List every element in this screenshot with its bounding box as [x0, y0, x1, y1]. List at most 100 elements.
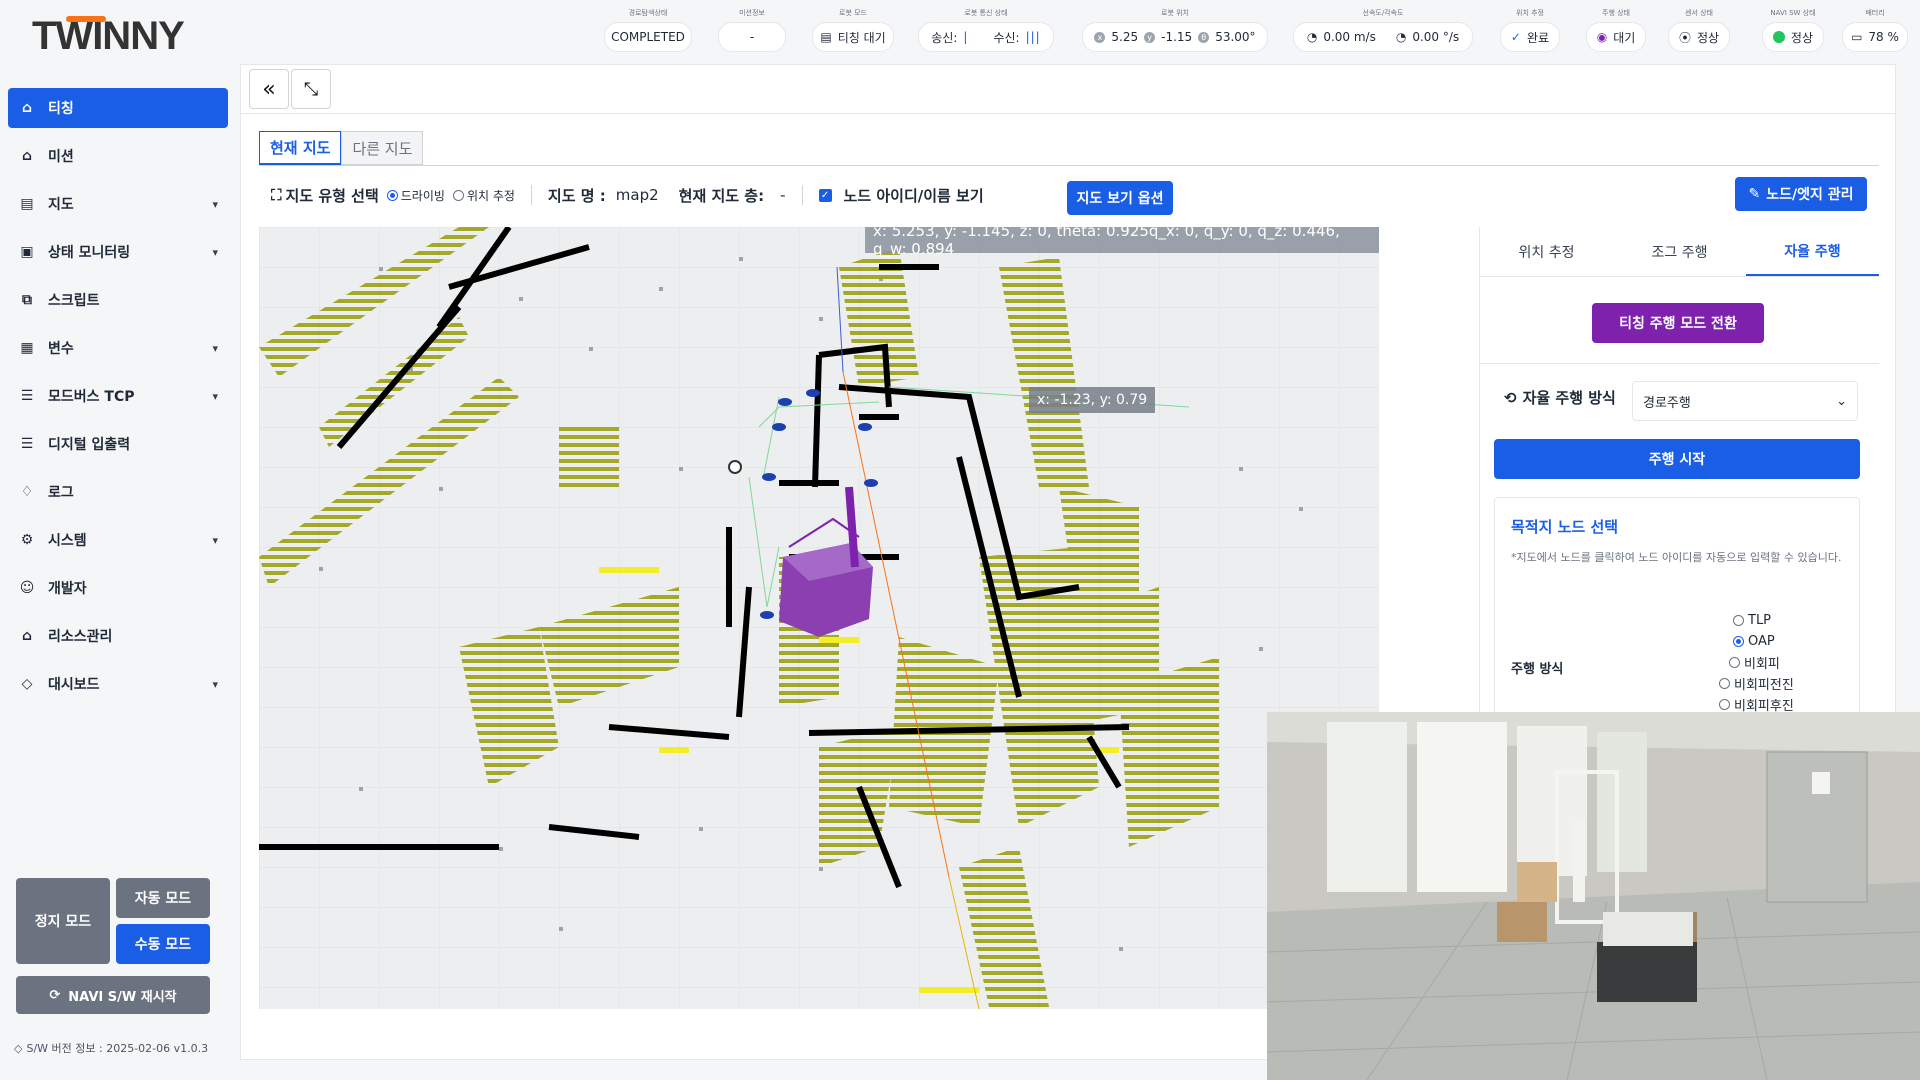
- navi-restart-label: NAVI S/W 재시작: [68, 989, 177, 1005]
- variable-icon: ▦: [20, 340, 34, 356]
- auto-method-label: 자율 주행 방식: [1522, 389, 1616, 407]
- sidebar-item-label: 리소스관리: [48, 629, 113, 645]
- status-value-box: ⦿ 정상: [1668, 22, 1730, 52]
- check-shield-icon: ✓: [1510, 30, 1521, 44]
- sidebar-item-label: 모드버스 TCP: [48, 389, 135, 405]
- manual-mode-button[interactable]: 수동 모드: [116, 924, 210, 964]
- compress-icon: ⤡: [303, 78, 319, 100]
- status-label: 센서 상태: [1685, 9, 1713, 17]
- status-mission: 미션정보 -: [718, 0, 786, 52]
- drive-option-tlp[interactable]: TLP: [1733, 610, 1794, 631]
- battery-icon: ▭: [1851, 30, 1863, 44]
- status-label: 주행 상태: [1602, 9, 1630, 17]
- destination-title: 목적지 노드 선택: [1511, 518, 1619, 536]
- sidebar-item-modbus[interactable]: ☰ 모드버스 TCP ▾: [8, 376, 228, 416]
- map-controls: ⛶ 지도 유형 선택 드라이빙 위치 추정 지도 명 : map2 현재 지도 …: [271, 181, 984, 209]
- status-value-box: 정상: [1762, 22, 1824, 52]
- status-label: 경로탐색상태: [628, 9, 668, 17]
- sidebar-item-script[interactable]: ⧉ 스크립트: [8, 280, 228, 320]
- sidebar-item-system[interactable]: ⚙ 시스템 ▾: [8, 520, 228, 560]
- drive-method-options: TLP OAP 비회피 비회피전진 비회피후진: [1719, 610, 1794, 715]
- ok-dot-icon: [1773, 31, 1785, 43]
- signal-bar-icon: |: [963, 30, 968, 44]
- sidebar-item-resource[interactable]: ⌂ 리소스관리: [8, 616, 228, 656]
- tab-other-map[interactable]: 다른 지도: [341, 131, 424, 165]
- diamond-icon: ◇: [14, 1041, 23, 1055]
- auto-method-row: ⟲ 자율 주행 방식: [1504, 387, 1616, 408]
- cursor-readout: x: -1.23, y: 0.79: [1029, 387, 1156, 413]
- tab-localization[interactable]: 위치 추정: [1480, 227, 1613, 276]
- sidebar-item-label: 티칭: [48, 101, 74, 117]
- status-comm: 로봇 통신 상태 송신: | 수신: |||: [918, 0, 1054, 52]
- sidebar-item-digital-io[interactable]: ☰ 디지털 입출력: [8, 424, 228, 464]
- collapse-sidebar-button[interactable]: «: [249, 69, 289, 109]
- tab-current-map[interactable]: 현재 지도: [259, 131, 342, 165]
- x-icon: x: [1094, 31, 1106, 43]
- route-icon: ⟲: [1504, 388, 1517, 407]
- chevron-down-icon: ▾: [212, 245, 218, 259]
- server-icon: ☰: [20, 436, 34, 452]
- separator: [801, 185, 803, 205]
- sidebar-item-map[interactable]: ▤ 지도 ▾: [8, 184, 228, 224]
- document-icon: ▤: [820, 30, 832, 44]
- radio-label: OAP: [1748, 634, 1775, 649]
- exit-fullscreen-button[interactable]: ⤡: [291, 69, 331, 109]
- sidebar: TWINNY ⌂ 티칭 ⌂ 미션 ▤ 지도 ▾ ▣ 상태 모니터링 ▾ ⧉ 스크…: [0, 0, 236, 1080]
- logo: TWINNY: [32, 14, 185, 58]
- stop-mode-button[interactable]: 정지 모드: [16, 878, 110, 964]
- drive-option-no-avoid[interactable]: 비회피: [1729, 652, 1794, 673]
- sidebar-item-mission[interactable]: ⌂ 미션: [8, 136, 228, 176]
- node-edge-manage-button[interactable]: ✎ 노드/엣지 관리: [1735, 177, 1867, 211]
- status-value: 정상: [1790, 30, 1813, 45]
- drive-option-no-avoid-forward[interactable]: 비회피전진: [1719, 673, 1794, 694]
- tab-underline: [259, 165, 1879, 166]
- status-value-box: ✓ 완료: [1500, 22, 1560, 52]
- drive-option-oap[interactable]: OAP: [1733, 631, 1794, 652]
- status-value-box: ▤ 티칭 대기: [812, 22, 894, 52]
- status-path-state: 경로탐색상태 COMPLETED: [604, 0, 692, 52]
- sidebar-item-teaching[interactable]: ⌂ 티칭: [8, 88, 228, 128]
- sidebar-item-label: 로그: [48, 485, 74, 501]
- version-info: ◇ S/W 버전 정보 : 2025-02-06 v1.0.3: [14, 1040, 208, 1056]
- start-drive-button[interactable]: 주행 시작: [1494, 439, 1860, 479]
- sensor-icon: ⦿: [1678, 30, 1691, 45]
- status-bar: 경로탐색상태 COMPLETED 미션정보 - 로봇 모드 ▤ 티칭 대기 로봇…: [600, 0, 1920, 56]
- navi-restart-button[interactable]: ⟳ NAVI S/W 재시작: [16, 976, 210, 1014]
- sidebar-item-dashboard[interactable]: ◇ 대시보드 ▾: [8, 664, 228, 704]
- sidebar-item-developer[interactable]: ☺ 개발자: [8, 568, 228, 608]
- map-type-driving[interactable]: 드라이빙: [386, 187, 445, 204]
- sidebar-item-label: 변수: [48, 341, 74, 357]
- map-type-title: ⛶ 지도 유형 선택: [271, 185, 379, 206]
- map-type-localization[interactable]: 위치 추정: [452, 187, 515, 204]
- sidebar-item-label: 스크립트: [48, 293, 100, 309]
- auto-method-select[interactable]: 경로주행 ⌄: [1632, 381, 1858, 421]
- status-label: 로봇 위치: [1161, 9, 1189, 17]
- pos-theta: 53.00°: [1215, 30, 1256, 44]
- status-value: -: [718, 22, 786, 52]
- radio-unselected: [452, 189, 464, 201]
- chevron-down-icon: ▾: [212, 389, 218, 403]
- linear-velocity: 0.00 m/s: [1323, 30, 1376, 44]
- signal-bar-icon: |||: [1025, 30, 1041, 44]
- radio-unselected: [1733, 615, 1744, 626]
- show-node-checkbox[interactable]: ✓: [818, 188, 832, 202]
- pose-readout: x: 5.253, y: -1.145, z: 0, theta: 0.925q…: [865, 227, 1379, 258]
- sidebar-item-log[interactable]: ♢ 로그: [8, 472, 228, 512]
- sidebar-item-label: 디지털 입출력: [48, 437, 131, 453]
- chevron-down-icon: ▾: [212, 533, 218, 547]
- robot-icon: ⌂: [21, 148, 33, 164]
- map-view-option-button[interactable]: 지도 보기 옵션: [1067, 181, 1173, 215]
- node-edge-label: 노드/엣지 관리: [1766, 187, 1854, 203]
- sidebar-item-monitoring[interactable]: ▣ 상태 모니터링 ▾: [8, 232, 228, 272]
- sidebar-item-variable[interactable]: ▦ 변수 ▾: [8, 328, 228, 368]
- map-3d-view[interactable]: x: 5.253, y: -1.145, z: 0, theta: 0.925q…: [259, 227, 1379, 1009]
- recv-label: 수신:: [993, 30, 1020, 45]
- radio-label: 비회피전진: [1734, 678, 1794, 693]
- auto-mode-button[interactable]: 자동 모드: [116, 878, 210, 918]
- version-text: S/W 버전 정보 : 2025-02-06 v1.0.3: [26, 1042, 209, 1055]
- pos-y: -1.15: [1161, 30, 1193, 44]
- drive-tabs: 위치 추정 조그 주행 자율 주행: [1480, 227, 1879, 277]
- tab-autonomous[interactable]: 자율 주행: [1746, 227, 1879, 276]
- tab-jog[interactable]: 조그 주행: [1613, 227, 1746, 276]
- teaching-mode-switch-button[interactable]: 티칭 주행 모드 전환: [1592, 303, 1764, 343]
